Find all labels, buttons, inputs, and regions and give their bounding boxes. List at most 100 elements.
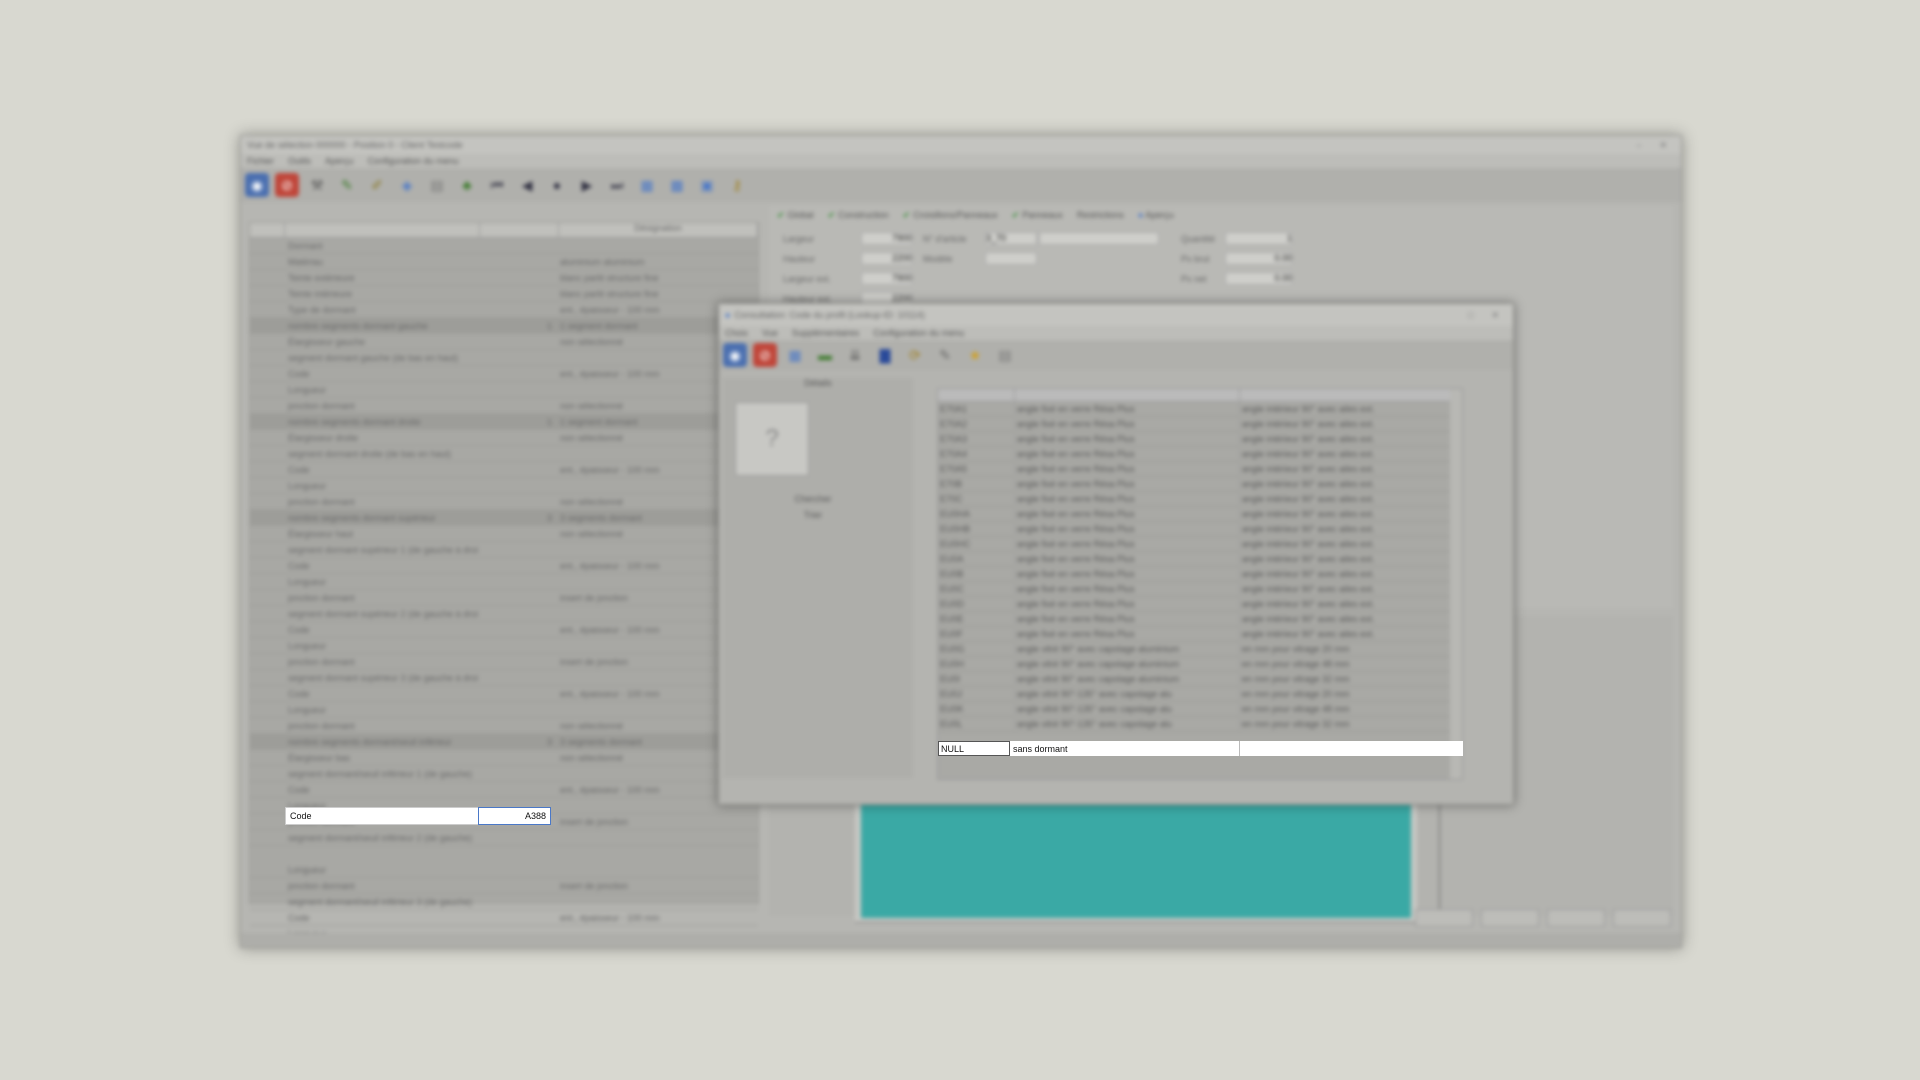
cancel-icon[interactable]: ⊘ (275, 173, 299, 197)
tree-row[interactable]: Teinte extérieure blanc partit structure … (250, 270, 758, 286)
back-button[interactable] (1415, 909, 1473, 927)
grid-view-icon[interactable]: ▦ (783, 343, 807, 367)
grid-row[interactable]: EU0K angle vitré 90°-135° avec capotage a… (938, 702, 1462, 717)
selected-row-value[interactable]: A388 (478, 807, 551, 825)
tree-row[interactable]: jonction dormantinsert de jonction (250, 654, 758, 670)
next-icon[interactable]: ▶ (575, 173, 599, 197)
tree-row[interactable]: Élargisseur haut non sélectionné (250, 526, 758, 542)
tree-row[interactable]: nombre segments dormant droite 1 1 segment… (250, 414, 758, 430)
key-icon[interactable]: ⚷ (725, 173, 749, 197)
tree-row[interactable]: segment dormant/seuil inférieur 3 (de ga… (250, 894, 758, 910)
grid-row[interactable]: EU0F angle fixé en verre Résa Plus angle i… (938, 627, 1462, 642)
tree-row[interactable]: Code ent., épaisseur - 100 mm (250, 686, 758, 702)
tree-row[interactable]: Code ent., épaisseur - 100 mm (250, 366, 758, 382)
tab-restrictions[interactable]: Restrictions (1077, 210, 1124, 220)
field-article[interactable]: 3_70 (985, 232, 1037, 245)
table-icon[interactable]: ▩ (665, 173, 689, 197)
menu-item[interactable]: Configuration du menu (873, 328, 964, 338)
color-icon[interactable]: ◈ (395, 173, 419, 197)
field-largeur[interactable]: 7900 (861, 232, 913, 245)
ok-icon[interactable]: ◉ (723, 343, 747, 367)
brush-icon[interactable]: ✐ (365, 173, 389, 197)
grid-row[interactable]: EU0D angle fixé en verre Résa Plus angle i… (938, 597, 1462, 612)
tree-row[interactable]: nombre segments dormant gauche 1 1 segment… (250, 318, 758, 334)
selected-grid-row[interactable]: NULL sans dormant (938, 741, 1463, 756)
tab-construction[interactable]: ✔ Construction (828, 210, 889, 221)
tree-row[interactable]: nombre segments dormant/seuil inférieur 3… (250, 734, 758, 750)
filter-icon[interactable]: ⇊ (843, 343, 867, 367)
choose-button[interactable] (1481, 909, 1539, 927)
grid-row[interactable]: EU0B angle fixé en verre Résa Plus angle i… (938, 567, 1462, 582)
search-section[interactable]: Chercher (723, 494, 903, 504)
tree-row[interactable]: segment dormant droite (de bas en haut) (250, 446, 758, 462)
tree-row[interactable]: Code ent., épaisseur - 100 mm (250, 558, 758, 574)
next-button[interactable] (1547, 909, 1605, 927)
menu-item[interactable]: Fichier (247, 156, 274, 166)
tree-row[interactable]: Teinte intérieure blanc partit structure … (250, 286, 758, 302)
first-icon[interactable]: ⏮ (485, 173, 509, 197)
prev-icon[interactable]: ◀ (515, 173, 539, 197)
save-icon[interactable]: ▇ (873, 343, 897, 367)
tree-row[interactable]: Code ent., épaisseur - 100 mm (250, 782, 758, 798)
tree-row-value[interactable]: blanc partit structure fine (556, 273, 758, 283)
tree-row[interactable]: jonction dormantinsert de jonction (250, 590, 758, 606)
grid-row[interactable]: EU0C angle fixé en verre Résa Plus angle i… (938, 582, 1462, 597)
grid-row[interactable]: EU0H angle vitré 90° avec capotage alumin… (938, 657, 1462, 672)
grid-row[interactable]: E70C angle fixé en verre Résa Plus angle i… (938, 492, 1462, 507)
grid-row[interactable]: E70A1 angle fixé en verre Résa Plus angle … (938, 402, 1462, 417)
tree-row[interactable]: Code ent., épaisseur - 100 mm (250, 462, 758, 478)
menu-item[interactable]: Configuration du menu (368, 156, 459, 166)
field-largeur-ext[interactable]: 7900 (861, 272, 913, 285)
tab-croisillons[interactable]: ✔ Croisillons/Panneaux (903, 210, 998, 221)
grid-row[interactable]: E70A4 angle fixé en verre Résa Plus angle … (938, 447, 1462, 462)
field-modele[interactable] (985, 252, 1037, 265)
tree-row[interactable]: segment dormant supérieur 1 (de gauche à… (250, 542, 758, 558)
tree-row[interactable]: nombre segments dormant supérieur 3 3 segm… (250, 510, 758, 526)
close-icon[interactable]: ✕ (1491, 310, 1499, 321)
tree-row[interactable]: jonction dormantinsert de jonction (250, 878, 758, 894)
view-icon[interactable]: ▣ (695, 173, 719, 197)
finish-button[interactable] (1613, 909, 1671, 927)
tree-row[interactable]: Élargisseur bas non sélectionné (250, 750, 758, 766)
document-icon[interactable]: ▤ (993, 343, 1017, 367)
last-icon[interactable]: ⏭ (605, 173, 629, 197)
interior-view-button[interactable] (1351, 909, 1407, 925)
grid-row[interactable]: EU0HC angle fixé en verre Résa Plus angle … (938, 537, 1462, 552)
tab-apercu[interactable]: ● Aperçu (1138, 210, 1174, 220)
tree-row-value[interactable]: blanc partit structure fine (556, 289, 758, 299)
grid-row[interactable]: EU0A angle fixé en verre Résa Plus angle i… (938, 552, 1462, 567)
ok-icon[interactable]: ◉ (245, 173, 269, 197)
tree-icon[interactable]: ♣ (455, 173, 479, 197)
grid-icon[interactable]: ▦ (635, 173, 659, 197)
tree-row[interactable]: Longueur (250, 478, 758, 494)
tree-row[interactable]: Code ent., épaisseur - 100 mm (250, 910, 758, 926)
menu-item[interactable]: Outils (288, 156, 311, 166)
tree-row[interactable]: segment dormant/seuil inférieur 1 (de ga… (250, 766, 758, 782)
selected-grid-code[interactable]: NULL (938, 741, 1010, 756)
image-icon[interactable]: ▬ (813, 343, 837, 367)
record-icon[interactable]: ● (545, 173, 569, 197)
tree-row[interactable]: Type de dormant ent., épaisseur - 100 mm (250, 302, 758, 318)
minimize-icon[interactable]: – (1636, 140, 1641, 151)
tree-row-value[interactable]: insert de jonction (556, 881, 758, 891)
tree-row[interactable]: jonction dormant non sélectionné (250, 398, 758, 414)
cancel-icon[interactable]: ⊘ (753, 343, 777, 367)
grid-row[interactable]: E70B angle fixé en verre Résa Plus angle i… (938, 477, 1462, 492)
grid-row[interactable]: EU0E angle fixé en verre Résa Plus angle i… (938, 612, 1462, 627)
grid-row[interactable]: EU0HB angle fixé en verre Résa Plus angle … (938, 522, 1462, 537)
grid-row[interactable]: EU0L angle vitré 90°-135° avec capotage a… (938, 717, 1462, 732)
tree-row[interactable]: Élargisseur gauche non sélectionné (250, 334, 758, 350)
edit-icon[interactable]: ✎ (335, 173, 359, 197)
tree-row[interactable]: segment dormant supérieur 2 (de gauche à… (250, 606, 758, 622)
close-icon[interactable]: ✕ (1659, 140, 1667, 151)
tree-row[interactable]: Longueur (250, 638, 758, 654)
tree-row[interactable]: Dormant (250, 238, 758, 254)
tree-row[interactable]: segment dormant/seuil inférieur 2 (de ga… (250, 830, 758, 846)
grid-row[interactable]: E70A5 angle fixé en verre Résa Plus angle … (938, 462, 1462, 477)
document-icon[interactable]: ▤ (425, 173, 449, 197)
refresh-icon[interactable]: ⟳ (903, 343, 927, 367)
field-hauteur[interactable]: 2200 (861, 252, 913, 265)
tree-row[interactable]: Code ent., épaisseur - 100 mm (250, 622, 758, 638)
tree-row[interactable]: Longueur (250, 862, 758, 878)
field-description[interactable] (1039, 232, 1159, 245)
